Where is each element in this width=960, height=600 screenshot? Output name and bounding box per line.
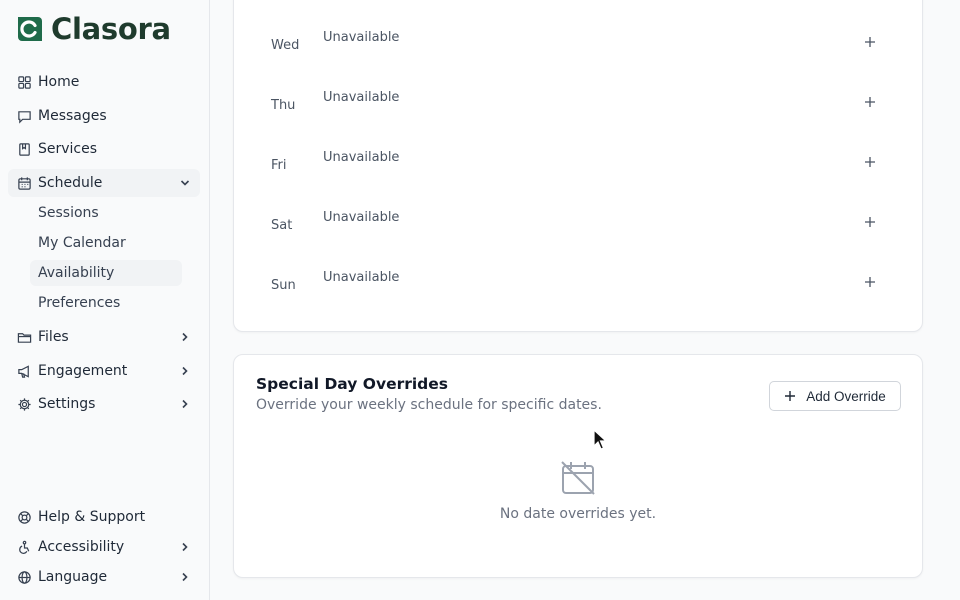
accessibility-icon — [16, 539, 32, 555]
calendar-icon — [16, 175, 32, 191]
sidebar-item-label: Settings — [38, 396, 96, 412]
chevron-right-icon — [182, 332, 188, 342]
day-row-sat: Sat Unavailable — [234, 210, 922, 250]
sidebar-subitem-availability[interactable]: Availability — [30, 260, 182, 286]
sidebar-item-label: Engagement — [38, 363, 128, 379]
weekly-availability-card: Wed Unavailable Thu Unavailable Fri Unav… — [233, 0, 923, 332]
sidebar-item-label: Home — [38, 74, 80, 90]
sidebar-subitem-preferences[interactable]: Preferences — [30, 290, 182, 316]
day-label: Sat — [271, 218, 293, 233]
day-row-wed: Wed Unavailable — [234, 30, 922, 70]
day-label: Thu — [271, 98, 296, 113]
day-status: Unavailable — [323, 210, 400, 225]
day-status: Unavailable — [323, 150, 400, 165]
add-time-button[interactable] — [860, 272, 880, 292]
app-name: Clasora — [51, 12, 171, 46]
sidebar-item-home[interactable]: Home — [8, 68, 200, 96]
day-row-sun: Sun Unavailable — [234, 270, 922, 310]
day-row-fri: Fri Unavailable — [234, 150, 922, 190]
chevron-right-icon — [182, 399, 188, 409]
sidebar-item-schedule[interactable]: Schedule — [8, 169, 200, 197]
globe-icon — [16, 569, 32, 585]
lifebuoy-icon — [16, 509, 32, 525]
sidebar-item-messages[interactable]: Messages — [8, 102, 200, 130]
megaphone-icon — [16, 363, 32, 379]
chevron-right-icon — [182, 366, 188, 376]
gear-icon — [16, 396, 32, 412]
book-icon — [16, 141, 32, 157]
sidebar-item-label: Files — [38, 329, 69, 345]
add-time-button[interactable] — [860, 32, 880, 52]
add-time-button[interactable] — [860, 212, 880, 232]
overrides-title: Special Day Overrides — [256, 375, 449, 393]
day-label: Wed — [271, 38, 300, 53]
plus-icon — [865, 277, 875, 287]
day-label: Sun — [271, 278, 296, 293]
sidebar-subitem-label: Availability — [38, 265, 115, 281]
clasora-logo-icon — [18, 17, 42, 41]
sidebar-item-engagement[interactable]: Engagement — [8, 357, 200, 385]
sidebar-item-label: Help & Support — [38, 509, 146, 525]
sidebar-item-language[interactable]: Language — [8, 563, 200, 591]
plus-icon — [785, 391, 796, 401]
overrides-subtitle: Override your weekly schedule for specif… — [256, 397, 602, 413]
day-status: Unavailable — [323, 270, 400, 285]
sidebar-subitem-sessions[interactable]: Sessions — [30, 200, 182, 226]
sidebar-item-accessibility[interactable]: Accessibility — [8, 533, 200, 561]
sidebar-subitem-label: Sessions — [38, 205, 99, 221]
chevron-right-icon — [182, 572, 188, 582]
add-time-button[interactable] — [860, 152, 880, 172]
sidebar-item-label: Accessibility — [38, 539, 125, 555]
sidebar-item-label: Messages — [38, 108, 107, 124]
empty-state-text: No date overrides yet. — [499, 506, 657, 522]
mouse-cursor-icon — [593, 429, 608, 450]
day-status: Unavailable — [323, 30, 400, 45]
plus-icon — [865, 157, 875, 167]
chevron-right-icon — [182, 542, 188, 552]
sidebar: Clasora Home Messages Services Schedule … — [0, 0, 210, 600]
add-override-label: Add Override — [806, 388, 886, 404]
sidebar-subitem-label: My Calendar — [38, 235, 126, 251]
sidebar-item-label: Language — [38, 569, 108, 585]
day-row-thu: Thu Unavailable — [234, 90, 922, 130]
sidebar-item-services[interactable]: Services — [8, 135, 200, 163]
add-override-button[interactable]: Add Override — [769, 381, 901, 411]
sidebar-item-label: Schedule — [38, 175, 103, 191]
sidebar-subitem-label: Preferences — [38, 295, 121, 311]
day-status: Unavailable — [323, 90, 400, 105]
home-grid-icon — [16, 74, 32, 90]
folder-icon — [16, 329, 32, 345]
app-logo[interactable]: Clasora — [14, 12, 171, 46]
sidebar-item-help-support[interactable]: Help & Support — [8, 503, 200, 531]
plus-icon — [865, 97, 875, 107]
message-icon — [16, 108, 32, 124]
add-time-button[interactable] — [860, 92, 880, 112]
calendar-off-icon — [561, 461, 595, 495]
sidebar-item-label: Services — [38, 141, 98, 157]
special-day-overrides-card: Special Day Overrides Override your week… — [233, 354, 923, 578]
day-label: Fri — [271, 158, 287, 173]
sidebar-item-files[interactable]: Files — [8, 323, 200, 351]
plus-icon — [865, 217, 875, 227]
chevron-down-icon — [180, 180, 190, 186]
plus-icon — [865, 37, 875, 47]
sidebar-item-settings[interactable]: Settings — [8, 390, 200, 418]
sidebar-subitem-my-calendar[interactable]: My Calendar — [30, 230, 182, 256]
